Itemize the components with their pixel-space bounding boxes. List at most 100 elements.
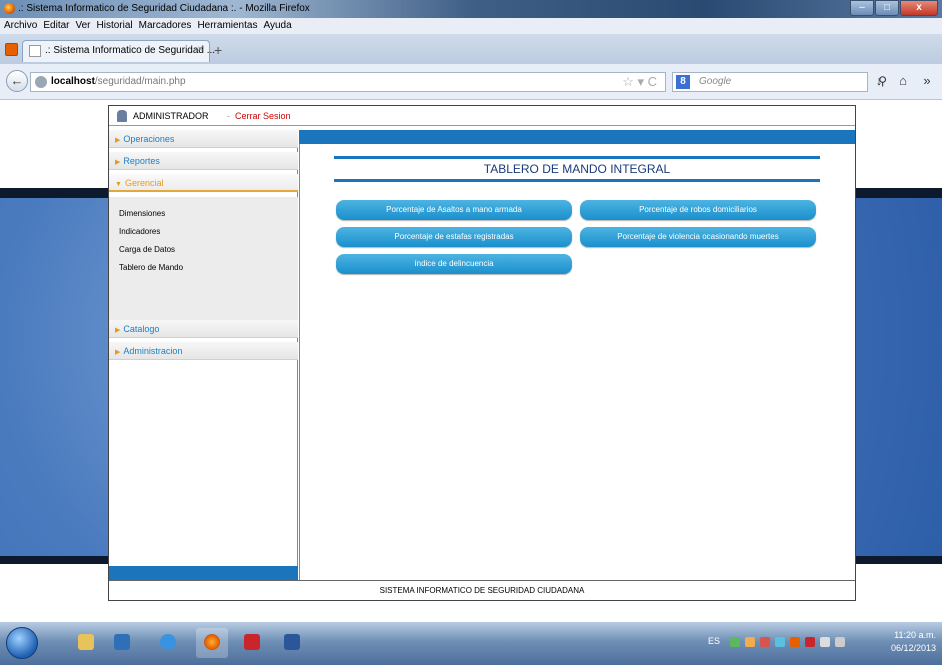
tray-app-icon[interactable] [790, 637, 800, 647]
menu-historial[interactable]: Historial [97, 18, 133, 34]
menu-herramientas[interactable]: Herramientas [197, 18, 257, 34]
section-label: Catalogo [123, 324, 160, 334]
clock[interactable]: 11:20 a.m. 06/12/2013 [891, 629, 936, 655]
indice-delincuencia-button[interactable]: índice de delincuencia [336, 254, 572, 274]
sidebar-section-reportes[interactable]: ▶ Reportes [109, 152, 298, 170]
sidebar-footer-bar [109, 566, 298, 580]
tray-app-icon[interactable] [745, 637, 755, 647]
language-indicator[interactable]: ES [708, 636, 720, 646]
chevron-right-icon: ▶ [115, 327, 121, 334]
home-icon[interactable]: ⌂ [896, 72, 910, 90]
system-tray: ES 11:20 a.m. 06/12/2013 [702, 622, 942, 665]
sidebar: ▶ Operaciones ▶ Reportes ▼ Gerencial Dimens… [109, 130, 298, 566]
search-bar[interactable]: 8 Google ⚲ [672, 72, 887, 92]
tray-app-icon[interactable] [730, 637, 740, 647]
taskbar-explorer[interactable] [70, 628, 102, 658]
chevron-right-icon: ▶ [115, 137, 121, 144]
window-titlebar: .: Sistema Informatico de Seguridad Ciud… [0, 0, 942, 18]
word-icon [284, 634, 300, 650]
tab-main[interactable]: .: Sistema Informatico de Seguridad ... … [22, 40, 215, 62]
back-button[interactable]: ← [6, 70, 28, 92]
taskbar: ES 11:20 a.m. 06/12/2013 [0, 622, 942, 665]
user-separator: - [227, 111, 230, 121]
sidebar-section-administracion[interactable]: ▶ Administracion [109, 342, 298, 360]
outlook-icon [114, 634, 130, 650]
menu-ayuda[interactable]: Ayuda [263, 18, 291, 34]
taskbar-firefox[interactable] [196, 628, 228, 658]
volume-icon[interactable] [835, 637, 845, 647]
estafas-button[interactable]: Porcentaje de estafas registradas [336, 227, 572, 247]
user-bar: ADMINISTRADOR - Cerrar Sesion [109, 106, 855, 126]
violencia-button[interactable]: Porcentaje de violencia ocasionando muer… [580, 227, 816, 247]
main-panel: TABLERO DE MANDO INTEGRAL Porcentaje de … [299, 144, 855, 580]
search-placeholder: Google [699, 76, 732, 87]
sidebar-item-indicadores[interactable]: Indicadores [119, 227, 160, 236]
minimize-button[interactable]: – [850, 0, 874, 16]
toolbar-icons: ↓ ⌂ » [872, 72, 934, 90]
internet-explorer-icon [160, 634, 176, 650]
clock-date: 06/12/2013 [890, 643, 936, 653]
sidebar-section-catalogo[interactable]: ▶ Catalogo [109, 320, 298, 338]
taskbar-outlook[interactable] [106, 628, 138, 658]
network-icon[interactable] [820, 637, 830, 647]
acrobat-icon [244, 634, 260, 650]
taskbar-acrobat[interactable] [236, 628, 268, 658]
gerencial-submenu: Dimensiones Indicadores Carga de Datos T… [109, 197, 298, 320]
tray-app-icon[interactable] [805, 637, 815, 647]
overflow-icon[interactable]: » [920, 72, 934, 90]
menu-archivo[interactable]: Archivo [4, 18, 37, 34]
folder-icon [78, 634, 94, 650]
menu-editar[interactable]: Editar [43, 18, 69, 34]
sidebar-item-dimensiones[interactable]: Dimensiones [119, 209, 165, 218]
menu-marcadores[interactable]: Marcadores [139, 18, 192, 34]
main-header-bar [299, 130, 855, 144]
tray-app-icon[interactable] [775, 637, 785, 647]
page-favicon-icon [29, 45, 41, 57]
url-path: /seguridad/main.php [94, 76, 186, 87]
globe-icon [35, 76, 47, 88]
sidebar-section-gerencial[interactable]: ▼ Gerencial [109, 174, 298, 192]
user-icon [117, 110, 127, 122]
app-footer: SISTEMA INFORMATICO DE SEGURIDAD CIUDADA… [109, 580, 855, 600]
window-controls: – □ x [850, 0, 938, 16]
section-label: Administracion [123, 346, 183, 356]
clock-time: 11:20 a.m. [894, 630, 936, 640]
tab-groups-icon[interactable] [5, 43, 18, 56]
asaltos-button[interactable]: Porcentaje de Asaltos a mano armada [336, 200, 572, 220]
maximize-button[interactable]: □ [875, 0, 899, 16]
page-viewport: ADMINISTRADOR - Cerrar Sesion ▶ Operacion… [0, 100, 942, 622]
tab-label: .: Sistema Informatico de Seguridad ... [45, 45, 216, 56]
search-engine-icon[interactable]: 8 [676, 75, 690, 89]
section-label: Reportes [123, 156, 160, 166]
logout-link[interactable]: Cerrar Sesion [235, 111, 291, 121]
start-button[interactable] [6, 627, 38, 659]
navigation-bar: ← localhost/seguridad/main.php ☆ ▾ C 8 G… [0, 64, 942, 100]
sidebar-item-tablero[interactable]: Tablero de Mando [119, 263, 183, 272]
taskbar-ie[interactable] [152, 628, 184, 658]
window-title: .: Sistema Informatico de Seguridad Ciud… [18, 3, 310, 14]
download-icon[interactable]: ↓ [872, 72, 886, 90]
url-text: localhost/seguridad/main.php [51, 76, 186, 87]
menu-ver[interactable]: Ver [75, 18, 90, 34]
taskbar-word[interactable] [276, 628, 308, 658]
menu-bar: Archivo Editar Ver Historial Marcadores … [0, 18, 942, 34]
tray-app-icon[interactable] [760, 637, 770, 647]
chevron-right-icon: ▶ [115, 159, 121, 166]
tray-icons [730, 637, 845, 647]
chevron-down-icon: ▼ [115, 181, 122, 188]
section-label: Operaciones [123, 134, 175, 144]
new-tab-button[interactable]: + [214, 42, 222, 58]
tab-close-icon[interactable]: × [197, 44, 203, 55]
firefox-icon [204, 634, 220, 650]
tab-bar: .: Sistema Informatico de Seguridad ... … [0, 34, 942, 64]
bookmark-star-icon[interactable]: ☆ ▾ C [622, 74, 657, 90]
robos-button[interactable]: Porcentaje de robos domiciliarios [580, 200, 816, 220]
close-window-button[interactable]: x [900, 0, 938, 16]
page-title: TABLERO DE MANDO INTEGRAL [334, 156, 820, 182]
app-container: ADMINISTRADOR - Cerrar Sesion ▶ Operacion… [108, 105, 856, 601]
firefox-icon [4, 3, 15, 14]
sidebar-section-operaciones[interactable]: ▶ Operaciones [109, 130, 298, 148]
sidebar-item-carga-datos[interactable]: Carga de Datos [119, 245, 175, 254]
url-host: localhost [51, 76, 95, 87]
url-bar[interactable]: localhost/seguridad/main.php ☆ ▾ C [30, 72, 666, 92]
